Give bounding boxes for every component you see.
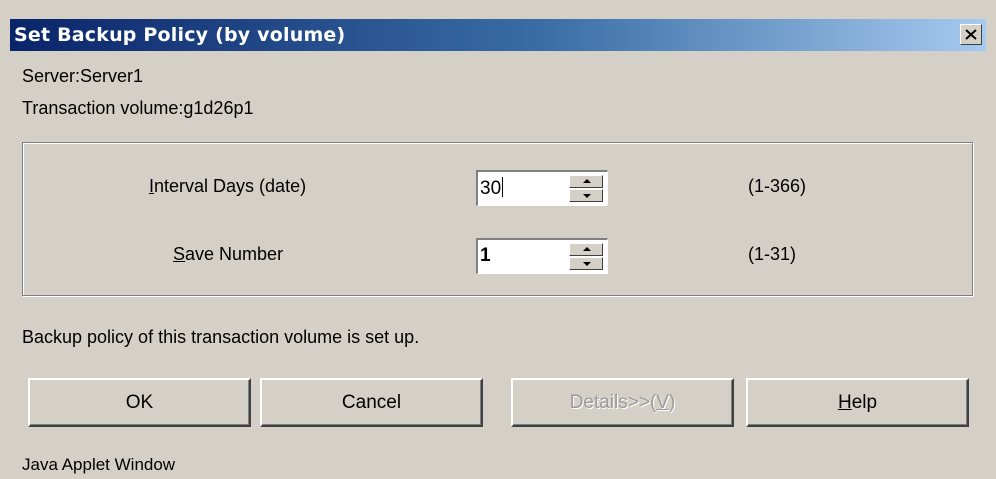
policy-settings-group: Interval Days (date) 30 (1-366) Save Num… <box>22 142 973 296</box>
title-bar[interactable]: Set Backup Policy (by volume) <box>10 19 986 51</box>
interval-days-spinner[interactable]: 30 <box>476 170 608 206</box>
save-number-range: (1-31) <box>748 244 797 264</box>
interval-days-label: Interval Days (date) <box>149 176 307 196</box>
dialog-window: Set Backup Policy (by volume) Server:Ser… <box>0 0 996 479</box>
transaction-volume-info: Transaction volume:g1d26p1 <box>22 98 254 118</box>
applet-window-footer: Java Applet Window <box>22 455 176 474</box>
server-info: Server:Server1 <box>22 66 144 86</box>
interval-days-increment-button[interactable] <box>569 175 603 188</box>
arrow-up-icon <box>583 179 591 183</box>
save-number-input[interactable]: 1 <box>480 245 491 267</box>
arrow-down-icon <box>583 194 591 198</box>
arrow-down-icon <box>583 262 591 266</box>
window-title: Set Backup Policy (by volume) <box>14 24 346 46</box>
interval-days-range: (1-366) <box>748 176 807 196</box>
close-icon <box>965 29 977 40</box>
ok-button[interactable]: OK <box>28 378 251 427</box>
arrow-up-icon <box>583 247 591 251</box>
save-number-decrement-button[interactable] <box>569 257 603 270</box>
status-message: Backup policy of this transaction volume… <box>22 327 420 347</box>
save-number-spinner[interactable]: 1 <box>476 238 608 274</box>
save-number-label: Save Number <box>173 244 284 264</box>
interval-days-input[interactable]: 30 <box>480 177 504 200</box>
close-button[interactable] <box>960 24 982 45</box>
save-number-increment-button[interactable] <box>569 243 603 256</box>
interval-days-decrement-button[interactable] <box>569 189 603 202</box>
details-button[interactable]: Details>>(V) <box>511 378 734 427</box>
cancel-button[interactable]: Cancel <box>260 378 483 427</box>
help-button[interactable]: Help <box>746 378 969 427</box>
